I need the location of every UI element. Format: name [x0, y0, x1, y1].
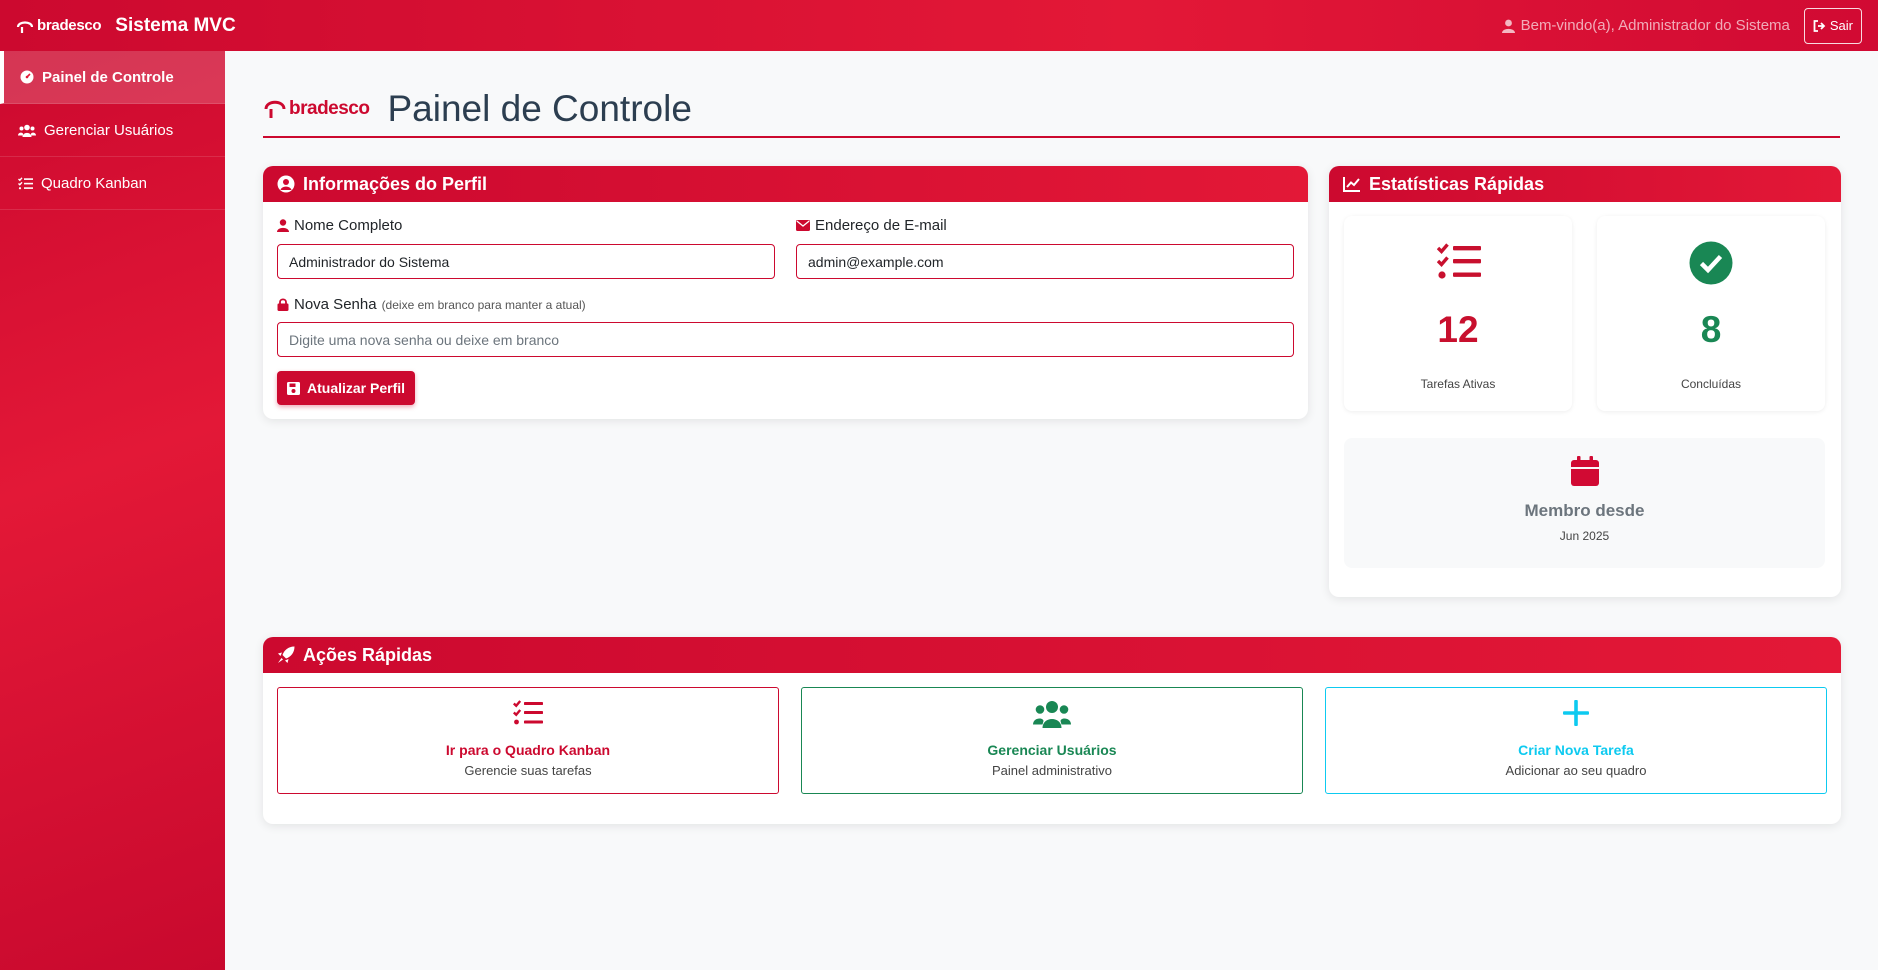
update-profile-button[interactable]: Atualizar Perfil [277, 371, 416, 405]
action-subtitle: Gerencie suas tarefas [464, 763, 592, 778]
manage-users-button[interactable]: Gerenciar Usuários Painel administrativo [801, 687, 1303, 794]
bradesco-logo-icon [16, 20, 34, 33]
action-subtitle: Painel administrativo [992, 763, 1112, 778]
lock-icon [277, 298, 289, 311]
action-title: Criar Nova Tarefa [1518, 742, 1634, 758]
welcome-text: Bem-vindo(a), Administrador do Sistema [1520, 17, 1790, 34]
page-logo: bradesco [263, 97, 370, 121]
quick-actions-card: Ações Rápidas Ir para o Quadro Kanban Ge… [263, 637, 1841, 824]
navbar-logo-text: bradesco [37, 17, 102, 34]
tasks-icon [513, 700, 543, 725]
sidebar: Painel de Controle Gerenciar Usuários Qu… [0, 51, 225, 970]
member-since-label: Membro desde [1524, 501, 1645, 520]
stat-active-count: 12 [1437, 309, 1479, 350]
sidebar-item-dashboard[interactable]: Painel de Controle [0, 51, 225, 104]
navbar-brand[interactable]: bradesco Sistema MVC [16, 15, 236, 37]
sidebar-item-label: Painel de Controle [42, 68, 174, 86]
sidebar-item-label: Gerenciar Usuários [44, 121, 174, 139]
quick-actions-title: Ações Rápidas [303, 644, 433, 665]
action-title: Ir para o Quadro Kanban [445, 742, 611, 758]
member-since-box: Membro desde Jun 2025 [1344, 438, 1825, 568]
action-subtitle: Adicionar ao seu quadro [1505, 763, 1647, 778]
navbar-brand-title: Sistema MVC [115, 14, 236, 36]
action-title: Gerenciar Usuários [987, 742, 1117, 758]
password-label: Nova Senha (deixe em branco para manter … [277, 296, 586, 313]
stats-card: Estatísticas Rápidas 12 Tarefas Ativas 8… [1329, 166, 1841, 597]
stat-completed-tasks: 8 Concluídas [1597, 216, 1825, 411]
stat-completed-label: Concluídas [1680, 377, 1742, 391]
save-icon [287, 381, 300, 395]
page-title: Painel de Controle [387, 87, 692, 129]
rocket-icon [278, 646, 295, 663]
logout-label: Sair [1829, 18, 1853, 33]
navbar-brand-logo: bradesco [16, 17, 102, 34]
email-field-value: admin@example.com [808, 253, 944, 270]
member-since-date: Jun 2025 [1559, 529, 1610, 543]
chart-line-icon [1343, 177, 1360, 192]
bradesco-logo-icon [264, 100, 286, 118]
email-field[interactable]: admin@example.com [796, 244, 1294, 279]
check-circle-icon [1689, 241, 1733, 285]
create-task-button[interactable]: Criar Nova Tarefa Adicionar ao seu quadr… [1325, 687, 1827, 794]
password-field[interactable]: Digite uma nova senha ou deixe em branco [277, 322, 1294, 357]
sidebar-item-users[interactable]: Gerenciar Usuários [0, 104, 225, 157]
profile-card: Informações do Perfil Nome Completo Admi… [263, 166, 1308, 419]
dashboard-icon [20, 70, 34, 84]
user-circle-icon [277, 175, 295, 193]
plus-icon [1563, 700, 1589, 726]
quick-actions-header: Ações Rápidas [263, 637, 1841, 673]
stats-card-header: Estatísticas Rápidas [1329, 166, 1841, 202]
user-icon [1501, 19, 1515, 33]
welcome-message: Bem-vindo(a), Administrador do Sistema [1501, 17, 1790, 34]
top-navbar: bradesco Sistema MVC Bem-vindo(a), Admin… [0, 0, 1878, 51]
profile-card-header: Informações do Perfil [263, 166, 1308, 202]
main-content: bradesco Painel de Controle Informações … [225, 51, 1878, 970]
page-header: bradesco Painel de Controle [263, 81, 1840, 138]
password-label-text: Nova Senha [294, 296, 377, 313]
page-logo-text: bradesco [289, 97, 370, 119]
stat-active-label: Tarefas Ativas [1420, 377, 1496, 391]
envelope-icon [796, 220, 810, 231]
users-icon [18, 124, 36, 137]
name-field-value: Administrador do Sistema [289, 253, 450, 270]
tasks-icon [18, 176, 33, 189]
name-label: Nome Completo [277, 217, 402, 234]
name-field[interactable]: Administrador do Sistema [277, 244, 775, 279]
sidebar-item-label: Quadro Kanban [41, 174, 147, 192]
stats-card-title: Estatísticas Rápidas [1369, 173, 1545, 194]
tasks-icon [1437, 243, 1481, 279]
user-icon [277, 219, 289, 232]
sign-out-icon [1813, 19, 1826, 32]
update-profile-label: Atualizar Perfil [307, 380, 406, 396]
profile-card-title: Informações do Perfil [303, 173, 488, 194]
stat-active-tasks: 12 Tarefas Ativas [1344, 216, 1572, 411]
password-hint: (deixe em branco para manter a atual) [381, 297, 586, 312]
users-icon [1033, 701, 1071, 728]
email-label: Endereço de E-mail [796, 217, 947, 234]
name-label-text: Nome Completo [294, 217, 403, 234]
stat-completed-count: 8 [1700, 309, 1722, 350]
calendar-icon [1571, 456, 1599, 486]
logout-button[interactable]: Sair [1803, 7, 1862, 44]
sidebar-item-kanban[interactable]: Quadro Kanban [0, 157, 225, 210]
email-label-text: Endereço de E-mail [815, 217, 947, 234]
password-placeholder: Digite uma nova senha ou deixe em branco [289, 331, 560, 348]
go-to-kanban-button[interactable]: Ir para o Quadro Kanban Gerencie suas ta… [277, 687, 779, 794]
